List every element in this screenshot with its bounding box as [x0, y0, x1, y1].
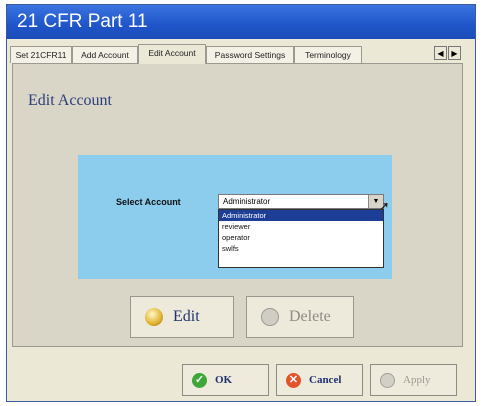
- pencil-icon: [145, 308, 163, 326]
- ok-button-label: OK: [215, 374, 233, 386]
- account-select[interactable]: Administrator ▼: [218, 194, 384, 209]
- delete-button[interactable]: Delete: [246, 296, 354, 338]
- tab-scroll-arrows: ◀ ▶: [434, 46, 462, 61]
- edit-button[interactable]: Edit: [130, 296, 234, 338]
- select-account-label: Select Account: [116, 197, 181, 207]
- account-select-value: Administrator: [223, 197, 271, 206]
- tab-set-21cfr11[interactable]: Set 21CFR11: [10, 46, 72, 63]
- page-title: Edit Account: [28, 92, 112, 109]
- check-icon: ✓: [192, 373, 207, 388]
- apply-button[interactable]: Apply: [370, 364, 457, 396]
- cancel-x-icon: ✕: [286, 373, 301, 388]
- cancel-button-label: Cancel: [309, 374, 342, 386]
- minus-circle-icon: [261, 308, 279, 326]
- dropdown-option-operator[interactable]: operator: [219, 232, 383, 243]
- dropdown-option-reviewer[interactable]: reviewer: [219, 221, 383, 232]
- tab-edit-account[interactable]: Edit Account: [138, 44, 206, 64]
- apply-icon: [380, 373, 395, 388]
- ok-button[interactable]: ✓ OK: [182, 364, 269, 396]
- dropdown-option-swlfs[interactable]: swlfs: [219, 243, 383, 254]
- tab-terminology[interactable]: Terminology: [294, 46, 362, 63]
- dropdown-option-administrator[interactable]: Administrator: [219, 210, 383, 221]
- tab-scroll-right-icon[interactable]: ▶: [448, 46, 461, 60]
- cancel-button[interactable]: ✕ Cancel: [276, 364, 363, 396]
- title-bar[interactable]: 21 CFR Part 11: [7, 5, 475, 39]
- apply-button-label: Apply: [403, 374, 431, 386]
- edit-button-label: Edit: [173, 308, 200, 325]
- tab-scroll-left-icon[interactable]: ◀: [434, 46, 447, 60]
- tab-strip: Set 21CFR11 Add Account Edit Account Pas…: [10, 44, 464, 64]
- account-dropdown-list: Administrator reviewer operator swlfs: [218, 209, 384, 268]
- delete-button-label: Delete: [289, 308, 331, 325]
- window-title: 21 CFR Part 11: [17, 11, 148, 32]
- tab-password-settings[interactable]: Password Settings: [206, 46, 294, 63]
- tab-add-account[interactable]: Add Account: [72, 46, 138, 63]
